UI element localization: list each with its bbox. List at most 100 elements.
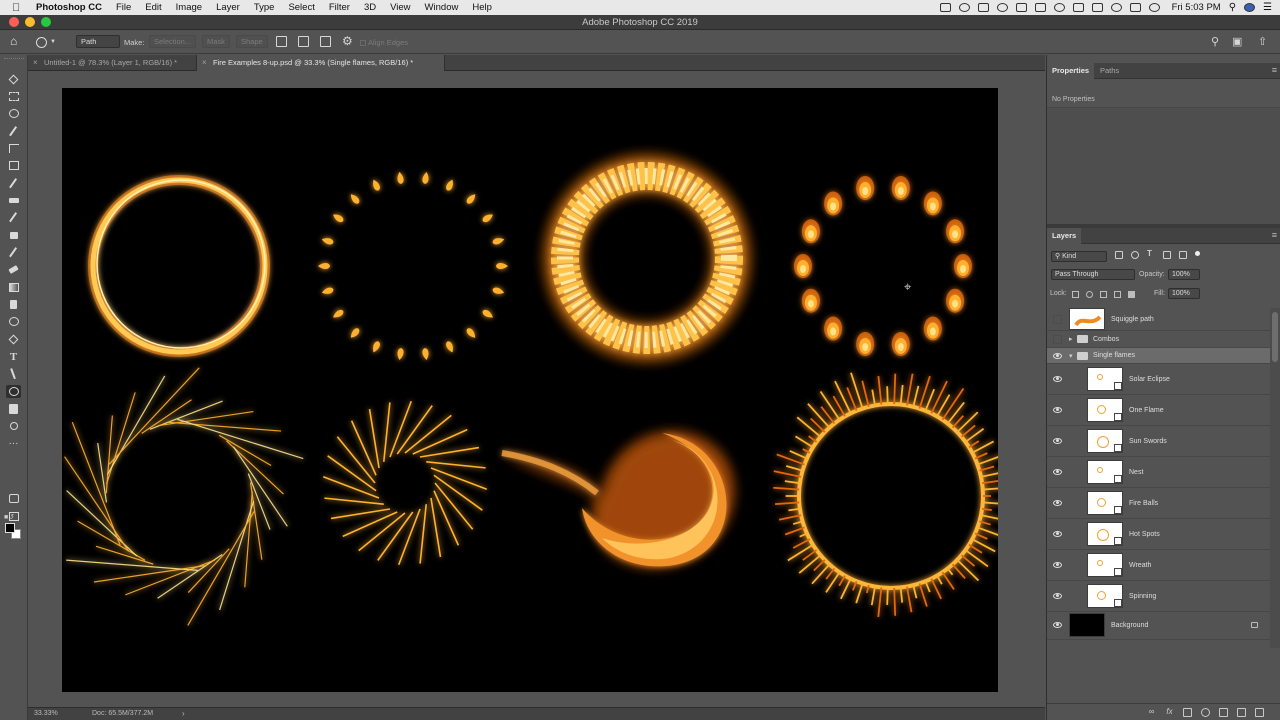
layer-name[interactable]: Spinning: [1129, 593, 1156, 600]
layer-name[interactable]: Nest: [1129, 469, 1143, 476]
menu-file[interactable]: File: [116, 2, 131, 13]
fill-input[interactable]: 100%: [1168, 288, 1200, 299]
close-tab-icon[interactable]: ×: [202, 55, 207, 70]
ellipse-tool[interactable]: [6, 385, 21, 398]
tool-preset-picker[interactable]: ▼: [36, 35, 64, 49]
menu-view[interactable]: View: [390, 2, 410, 13]
layer-row-one-flame[interactable]: One Flame: [1047, 395, 1270, 426]
display-icon[interactable]: [939, 3, 951, 12]
quick-mask-button[interactable]: [6, 492, 21, 505]
apple-menu-icon[interactable]: : [12, 2, 26, 14]
layer-filter-select[interactable]: ⚲ Kind: [1051, 251, 1107, 262]
menu-help[interactable]: Help: [472, 2, 492, 13]
search-icon[interactable]: ⚲: [1211, 35, 1219, 48]
lock-artboard-icon[interactable]: [1114, 291, 1121, 298]
workspace-icon[interactable]: ▣: [1232, 35, 1242, 48]
chevron-right-icon[interactable]: ▸: [1069, 335, 1073, 343]
clone-stamp-tool[interactable]: [6, 229, 21, 242]
screen-mode-button[interactable]: [6, 510, 21, 523]
path-alignment-icon[interactable]: [298, 36, 309, 47]
layer-row-solar-eclipse[interactable]: Solar Eclipse: [1047, 364, 1270, 395]
eye-icon[interactable]: [1053, 562, 1062, 568]
type-tool[interactable]: T: [6, 350, 21, 363]
eye-icon[interactable]: [1053, 500, 1062, 506]
new-group-icon[interactable]: [1219, 708, 1228, 717]
share-icon[interactable]: ⇧: [1258, 35, 1267, 48]
zoom-level[interactable]: 33.33%: [34, 710, 58, 717]
brush-tool[interactable]: [6, 211, 21, 224]
menu-window[interactable]: Window: [425, 2, 459, 13]
tab-properties[interactable]: Properties: [1047, 63, 1095, 79]
layer-name[interactable]: Background: [1111, 622, 1148, 629]
eye-icon[interactable]: [1053, 407, 1062, 413]
layer-row-nest[interactable]: Nest: [1047, 457, 1270, 488]
chevron-down-icon[interactable]: ▾: [1069, 352, 1073, 360]
filter-type-icon[interactable]: T: [1147, 249, 1155, 258]
flag-icon[interactable]: [1129, 3, 1141, 12]
pen-tool[interactable]: [6, 333, 21, 346]
layer-row-combos[interactable]: ▸ Combos: [1047, 331, 1270, 348]
hand-tool[interactable]: [6, 402, 21, 415]
notification-center-icon[interactable]: ☰: [1263, 2, 1272, 13]
filter-smart-object-icon[interactable]: [1179, 251, 1187, 259]
app-status-icon[interactable]: [1072, 3, 1084, 12]
layer-name[interactable]: One Flame: [1129, 407, 1164, 414]
eyedropper-tool[interactable]: [6, 177, 21, 190]
battery-icon[interactable]: [1091, 3, 1103, 12]
eye-icon[interactable]: [1053, 438, 1062, 444]
menu-filter[interactable]: Filter: [329, 2, 350, 13]
evernote-icon[interactable]: [958, 3, 970, 12]
layer-name[interactable]: Combos: [1093, 336, 1119, 343]
user-icon[interactable]: [1244, 3, 1256, 12]
make-shape-button[interactable]: Shape: [236, 35, 268, 48]
layer-style-icon[interactable]: fx: [1165, 708, 1174, 717]
frame-tool[interactable]: [6, 159, 21, 172]
gradient-tool[interactable]: [6, 281, 21, 294]
layer-row-spinning[interactable]: Spinning: [1047, 581, 1270, 612]
lasso-tool[interactable]: [6, 107, 21, 120]
sync-icon[interactable]: [996, 3, 1008, 12]
app-menu[interactable]: Photoshop CC: [36, 2, 102, 13]
filter-pixel-icon[interactable]: [1115, 251, 1123, 259]
volume-icon[interactable]: [1148, 3, 1160, 12]
lock-image-icon[interactable]: [1086, 291, 1093, 298]
panel-menu-icon[interactable]: ≡: [1272, 66, 1277, 75]
menubar-clock[interactable]: Fri 5:03 PM: [1172, 2, 1221, 13]
close-tab-icon[interactable]: ×: [33, 55, 38, 70]
screen-icon[interactable]: [1034, 3, 1046, 12]
menu-3d[interactable]: 3D: [364, 2, 376, 13]
creative-cloud-icon[interactable]: [977, 3, 989, 12]
wifi-icon[interactable]: [1110, 3, 1122, 12]
opacity-input[interactable]: 100%: [1168, 269, 1200, 280]
zoom-tool[interactable]: [6, 419, 21, 432]
tab-fire-examples[interactable]: × Fire Examples 8-up.psd @ 33.3% (Single…: [197, 55, 445, 71]
make-mask-button[interactable]: Mask: [202, 35, 230, 48]
visibility-toggle[interactable]: [1053, 335, 1062, 344]
eye-icon[interactable]: [1053, 376, 1062, 382]
tab-paths[interactable]: Paths: [1095, 63, 1124, 79]
blur-tool[interactable]: [6, 298, 21, 311]
eye-icon[interactable]: [1053, 622, 1062, 628]
foreground-color-swatch[interactable]: [5, 523, 15, 533]
layer-row-hot-spots[interactable]: Hot Spots: [1047, 519, 1270, 550]
edit-toolbar-button[interactable]: ···: [6, 437, 21, 450]
layer-row-background[interactable]: Background: [1047, 610, 1270, 640]
layer-name[interactable]: Sun Swords: [1129, 438, 1167, 445]
visibility-toggle[interactable]: [1053, 315, 1062, 324]
move-tool[interactable]: [6, 73, 21, 86]
path-operations-icon[interactable]: [276, 36, 287, 47]
layer-row-squiggle-path[interactable]: Squiggle path: [1047, 308, 1270, 331]
layer-name[interactable]: Wreath: [1129, 562, 1151, 569]
align-edges-checkbox[interactable]: Align Edges: [360, 38, 408, 47]
tab-untitled-1[interactable]: × Untitled-1 @ 78.3% (Layer 1, RGB/16) *: [28, 55, 197, 71]
search-icon[interactable]: ⚲: [1229, 2, 1236, 13]
eye-icon[interactable]: [1053, 353, 1062, 359]
dodge-tool[interactable]: [6, 315, 21, 328]
adjustment-layer-icon[interactable]: [1201, 708, 1210, 717]
layer-name[interactable]: Solar Eclipse: [1129, 376, 1170, 383]
marquee-tool[interactable]: [6, 90, 21, 103]
gear-icon[interactable]: ⚙: [342, 34, 353, 48]
crop-tool[interactable]: [6, 142, 21, 155]
doc-size[interactable]: Doc: 65.5M/377.2M: [92, 710, 153, 717]
layer-row-wreath[interactable]: Wreath: [1047, 550, 1270, 581]
